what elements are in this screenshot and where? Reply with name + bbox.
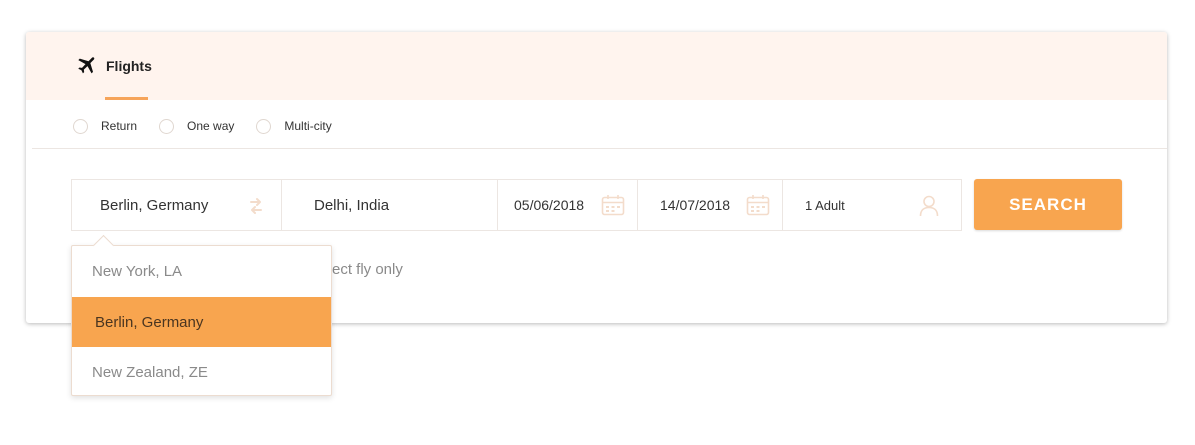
tab-flights-label: Flights	[106, 58, 152, 74]
radio-return-circle[interactable]	[73, 118, 88, 134]
calendar-icon[interactable]	[746, 194, 770, 216]
passengers-value: 1 Adult	[805, 197, 845, 213]
user-icon	[919, 195, 939, 217]
search-button[interactable]: SEARCH	[974, 179, 1122, 230]
suggestion-item[interactable]: New York, LA	[72, 246, 331, 296]
card-header: Flights	[26, 32, 1167, 100]
active-tab-indicator	[105, 97, 148, 100]
airplane-icon	[78, 57, 95, 74]
direct-fly-only-label[interactable]: rect fly only	[327, 261, 403, 278]
to-field[interactable]: Delhi, India	[282, 180, 498, 230]
suggestion-item-selected[interactable]: Berlin, Germany	[72, 297, 331, 347]
from-suggestions-dropdown: New York, LA Berlin, Germany New Zealand…	[71, 234, 332, 397]
from-field[interactable]: Berlin, Germany	[72, 180, 282, 230]
radio-multi-city-label: Multi-city	[284, 119, 332, 133]
trip-type-group: Return One way Multi-city	[73, 116, 354, 136]
radio-one-way-label: One way	[187, 119, 235, 133]
passengers-field[interactable]: 1 Adult	[783, 180, 961, 230]
radio-return-label: Return	[101, 119, 138, 133]
radio-one-way-circle[interactable]	[159, 118, 175, 134]
depart-date-field[interactable]: 05/06/2018	[498, 180, 638, 230]
search-bar: Berlin, Germany Delhi, India 05/06/2018 …	[71, 179, 962, 231]
radio-one-way[interactable]: One way	[159, 118, 235, 134]
tab-flights[interactable]: Flights	[76, 32, 152, 100]
depart-date-value: 05/06/2018	[514, 197, 585, 213]
radio-return[interactable]: Return	[73, 118, 138, 134]
return-date-field[interactable]: 14/07/2018	[638, 180, 783, 230]
section-divider	[32, 148, 1167, 149]
suggestion-item[interactable]: New Zealand, ZE	[72, 347, 331, 397]
from-value: Berlin, Germany	[100, 196, 209, 214]
radio-multi-city-circle[interactable]	[256, 118, 272, 134]
calendar-icon[interactable]	[601, 194, 625, 216]
to-value: Delhi, India	[314, 196, 390, 214]
radio-multi-city[interactable]: Multi-city	[256, 118, 332, 134]
return-date-value: 14/07/2018	[660, 197, 731, 213]
swap-arrows-icon[interactable]	[249, 195, 263, 217]
